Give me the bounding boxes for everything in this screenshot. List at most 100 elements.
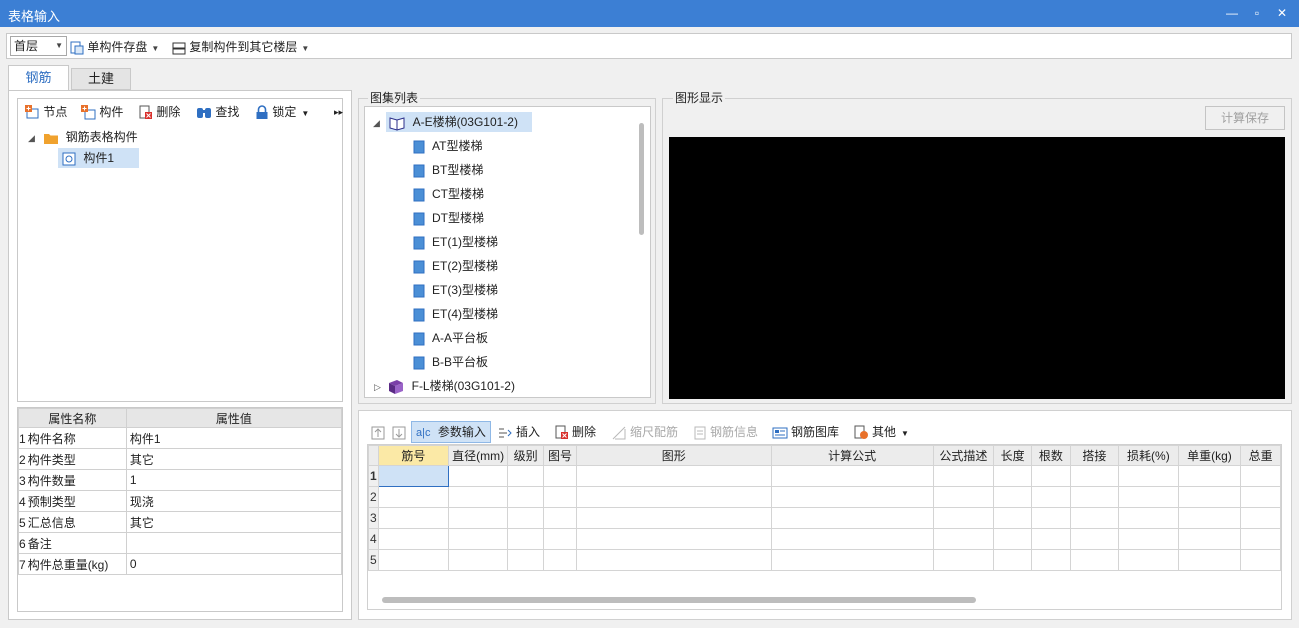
grid-cell[interactable] (448, 549, 509, 571)
atlas-item[interactable]: A-A平台板 (413, 328, 488, 348)
restore-button[interactable]: ▫ (1247, 4, 1267, 22)
grid-cell[interactable] (1069, 486, 1120, 508)
lock-button[interactable]: 锁定 ▼ (255, 103, 309, 123)
rebar-grid-h-scrollbar[interactable] (382, 597, 976, 603)
move-up-button[interactable] (371, 423, 385, 441)
chevron-down-icon[interactable]: ▼ (301, 109, 309, 118)
table-row[interactable]: 4 预制类型 现浇 (18, 490, 343, 512)
grid-cell[interactable] (1177, 528, 1242, 550)
grid-cell[interactable] (993, 486, 1033, 508)
grid-cell[interactable] (1177, 507, 1242, 529)
grid-cell[interactable] (993, 465, 1033, 487)
calc-save-button[interactable]: 计算保存 (1205, 106, 1285, 130)
grid-cell[interactable] (993, 549, 1033, 571)
grid-cell[interactable] (1240, 486, 1281, 508)
grid-cell[interactable] (993, 507, 1033, 529)
grid-cell[interactable] (542, 528, 577, 550)
atlas-item[interactable]: DT型楼梯 (413, 208, 484, 228)
grid-cell[interactable] (1177, 465, 1242, 487)
grid-cell[interactable] (1118, 507, 1179, 529)
col-header-formula[interactable]: 计算公式 (770, 445, 934, 466)
grid-cell[interactable] (575, 486, 772, 508)
grid-cell[interactable] (542, 507, 577, 529)
grid-cell[interactable] (377, 549, 450, 571)
grid-cell[interactable] (1031, 465, 1071, 487)
tab-civil[interactable]: 土建 (71, 68, 131, 90)
grid-cell[interactable] (448, 465, 509, 487)
grid-cell[interactable] (932, 486, 995, 508)
grid-cell[interactable] (575, 507, 772, 529)
table-row[interactable]: 5 (368, 549, 1281, 571)
floor-select[interactable]: 首层 ▼ (10, 36, 67, 56)
property-value-cell[interactable] (125, 532, 343, 554)
col-header-diameter[interactable]: 直径(mm) (448, 445, 509, 466)
grid-cell[interactable] (1240, 549, 1281, 571)
col-header-bar-no[interactable]: 筋号 (377, 445, 450, 466)
grid-cell[interactable] (507, 528, 544, 550)
collapse-triangle-icon[interactable]: ◢ (373, 118, 380, 128)
graphic-canvas[interactable] (669, 137, 1285, 399)
toolbar-overflow-button[interactable]: ▸▸ (334, 103, 343, 121)
atlas-item[interactable]: B-B平台板 (413, 352, 488, 372)
col-header-total-weight[interactable]: 总重 (1240, 445, 1281, 466)
tab-rebar[interactable]: 钢筋 (8, 65, 69, 91)
col-header-grade[interactable]: 级别 (507, 445, 544, 466)
insert-row-button[interactable]: 插入 (498, 423, 540, 441)
table-row[interactable]: 2 (368, 486, 1281, 508)
atlas-item[interactable]: ET(3)型楼梯 (413, 280, 498, 300)
grid-cell[interactable] (1069, 465, 1120, 487)
atlas-group-fl[interactable]: ▷ F-L楼梯(03G101-2) (374, 376, 515, 396)
grid-cell[interactable] (1240, 507, 1281, 529)
col-header-formula-desc[interactable]: 公式描述 (932, 445, 995, 466)
atlas-item[interactable]: ET(4)型楼梯 (413, 304, 498, 324)
grid-cell[interactable] (542, 549, 577, 571)
table-row[interactable]: 3 (368, 507, 1281, 529)
minimize-button[interactable]: — (1222, 4, 1242, 22)
property-value-cell[interactable]: 其它 (125, 448, 343, 470)
table-row[interactable]: 1 (368, 465, 1281, 487)
grid-cell[interactable] (1240, 465, 1281, 487)
table-row[interactable]: 7 构件总重量(kg) 0 (18, 553, 343, 575)
chevron-down-icon[interactable]: ▼ (301, 44, 309, 53)
grid-cell[interactable] (1240, 528, 1281, 550)
table-row[interactable]: 4 (368, 528, 1281, 550)
property-value-cell[interactable]: 现浇 (125, 490, 343, 512)
atlas-item[interactable]: ET(1)型楼梯 (413, 232, 498, 252)
grid-cell[interactable] (448, 528, 509, 550)
grid-cell[interactable] (448, 507, 509, 529)
close-button[interactable]: ✕ (1272, 4, 1292, 22)
grid-cell[interactable] (770, 507, 934, 529)
grid-cell[interactable] (377, 528, 450, 550)
grid-cell[interactable] (932, 507, 995, 529)
grid-cell[interactable] (1069, 528, 1120, 550)
property-value-cell[interactable]: 构件1 (125, 427, 343, 449)
col-header-length[interactable]: 长度 (993, 445, 1033, 466)
atlas-item[interactable]: ET(2)型楼梯 (413, 256, 498, 276)
table-row[interactable]: 6 备注 (18, 532, 343, 554)
grid-cell[interactable] (542, 465, 577, 487)
col-header-unit-weight[interactable]: 单重(kg) (1177, 445, 1242, 466)
atlas-group-ae[interactable]: ◢ A-E楼梯(03G101-2) (373, 112, 532, 132)
col-header-shape[interactable]: 图形 (575, 445, 772, 466)
property-value-cell[interactable]: 0 (125, 553, 343, 575)
grid-cell[interactable] (770, 549, 934, 571)
grid-cell[interactable] (448, 486, 509, 508)
grid-cell[interactable] (1031, 549, 1071, 571)
table-row[interactable]: 1 构件名称 构件1 (18, 427, 343, 449)
grid-cell-active[interactable] (377, 465, 450, 487)
tree-node-root[interactable]: ◢ 钢筋表格构件 (28, 127, 138, 147)
expand-triangle-icon[interactable]: ▷ (374, 382, 381, 392)
chevron-down-icon[interactable]: ▼ (901, 429, 909, 438)
grid-cell[interactable] (770, 465, 934, 487)
grid-cell[interactable] (1118, 549, 1179, 571)
atlas-item[interactable]: AT型楼梯 (413, 136, 482, 156)
grid-cell[interactable] (575, 528, 772, 550)
grid-cell[interactable] (507, 486, 544, 508)
add-component-button[interactable]: 构件 (81, 103, 123, 121)
grid-cell[interactable] (932, 549, 995, 571)
grid-cell[interactable] (575, 465, 772, 487)
grid-cell[interactable] (932, 465, 995, 487)
delete-component-button[interactable]: 删除 (138, 103, 180, 121)
col-header-figure-no[interactable]: 图号 (542, 445, 577, 466)
collapse-triangle-icon[interactable]: ◢ (28, 133, 35, 143)
